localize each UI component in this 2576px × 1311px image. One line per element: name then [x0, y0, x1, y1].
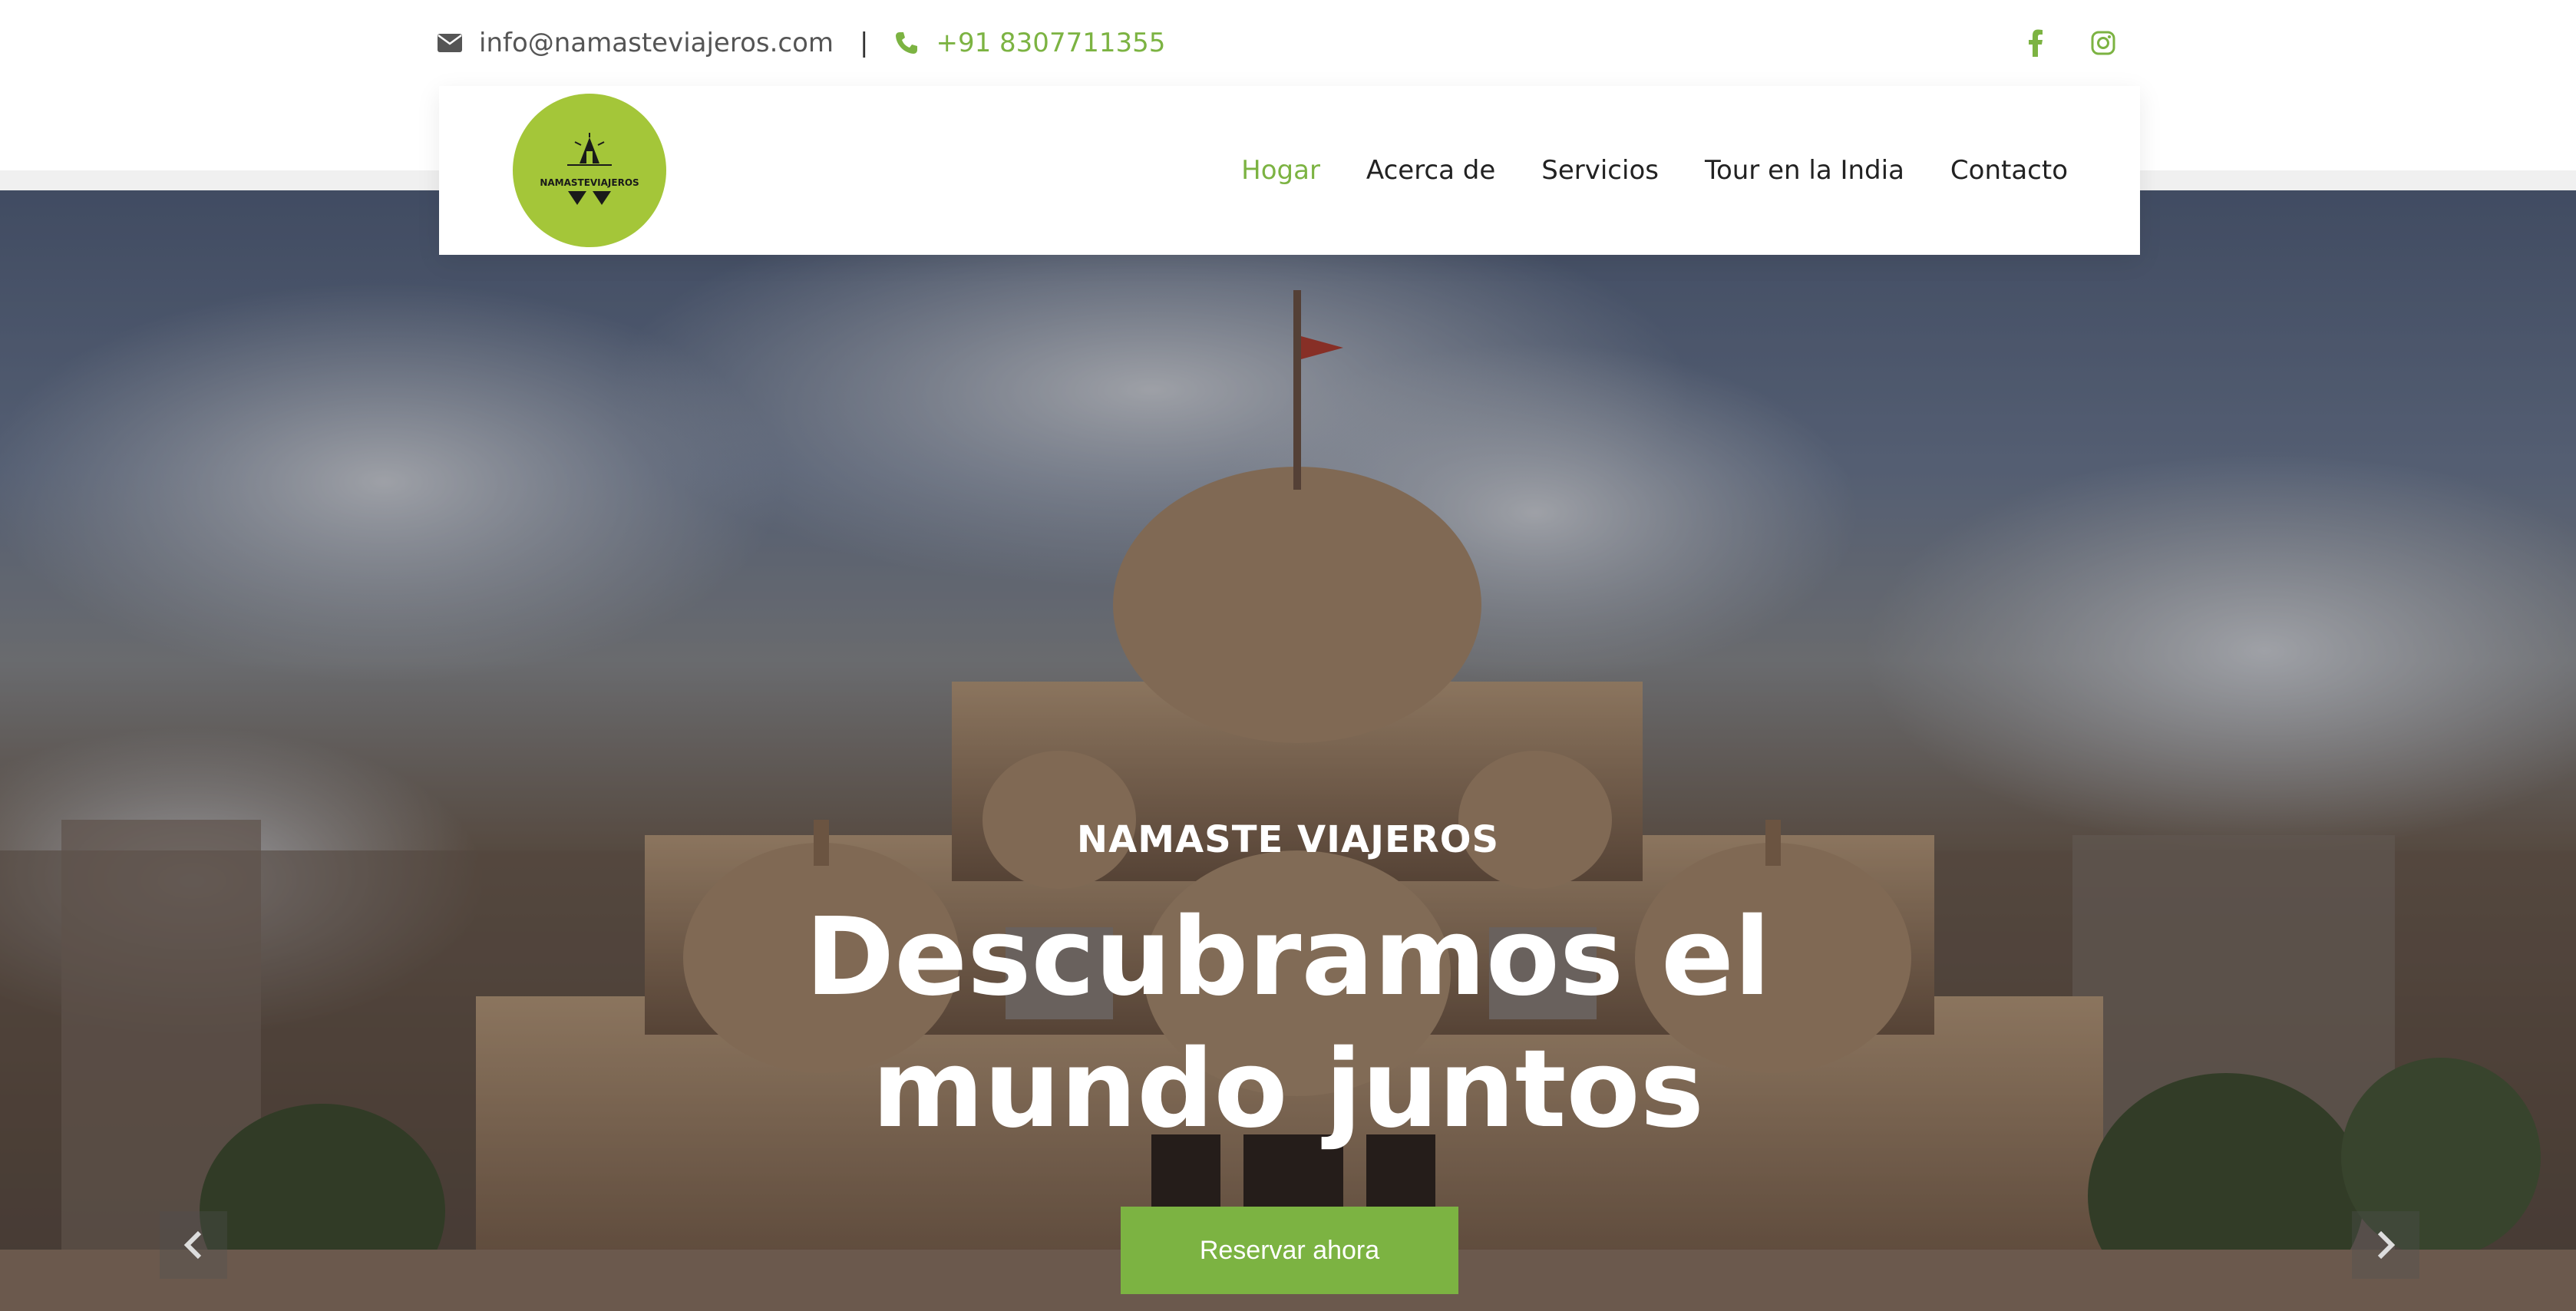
phone-text: +91 8307711355 [936, 28, 1166, 58]
temple-logo-icon [567, 133, 612, 166]
nav-item-about[interactable]: Acerca de [1366, 155, 1495, 186]
hero-carousel: NAMASTE VIAJEROS Descubramos el mundo ju… [0, 190, 2576, 1311]
carousel-prev-button[interactable] [160, 1211, 227, 1279]
phone-icon [896, 32, 918, 54]
chevron-left-icon [183, 1230, 202, 1260]
contact-info: info@namasteviajeros.com | +91 830771135… [438, 25, 1165, 61]
logo-text: NAMASTEVIAJEROS [540, 177, 639, 188]
chevron-right-icon [2377, 1230, 2396, 1260]
site-logo[interactable]: NAMASTEVIAJEROS [513, 94, 666, 247]
hero-subtitle: NAMASTE VIAJEROS [1076, 818, 1500, 861]
social-links [1986, 25, 2122, 61]
nav-item-india-tour[interactable]: Tour en la India [1705, 155, 1904, 186]
phone-link[interactable]: +91 8307711355 [894, 28, 1165, 58]
hero-title: Descubramos el mundo juntos [0, 892, 2576, 1156]
primary-nav: Hogar Acerca de Servicios Tour en la Ind… [1195, 86, 2068, 255]
main-navbar: NAMASTEVIAJEROS Hogar Acerca de Servicio… [439, 86, 2140, 255]
email-link[interactable]: info@namasteviajeros.com [438, 28, 834, 58]
facebook-icon[interactable] [2017, 25, 2054, 61]
hero-title-line-2: mundo juntos [871, 1027, 1705, 1152]
instagram-icon[interactable] [2085, 25, 2122, 61]
namaste-hands-icon [568, 191, 611, 205]
book-now-button[interactable]: Reservar ahora [1121, 1207, 1458, 1294]
nav-item-contact[interactable]: Contacto [1950, 155, 2068, 186]
carousel-next-button[interactable] [2352, 1211, 2419, 1279]
envelope-icon [438, 34, 462, 52]
contact-separator: | [860, 28, 869, 58]
nav-item-home[interactable]: Hogar [1241, 155, 1320, 186]
email-text: info@namasteviajeros.com [479, 28, 834, 58]
hero-title-line-1: Descubramos el [805, 895, 1771, 1020]
nav-item-services[interactable]: Servicios [1541, 155, 1659, 186]
